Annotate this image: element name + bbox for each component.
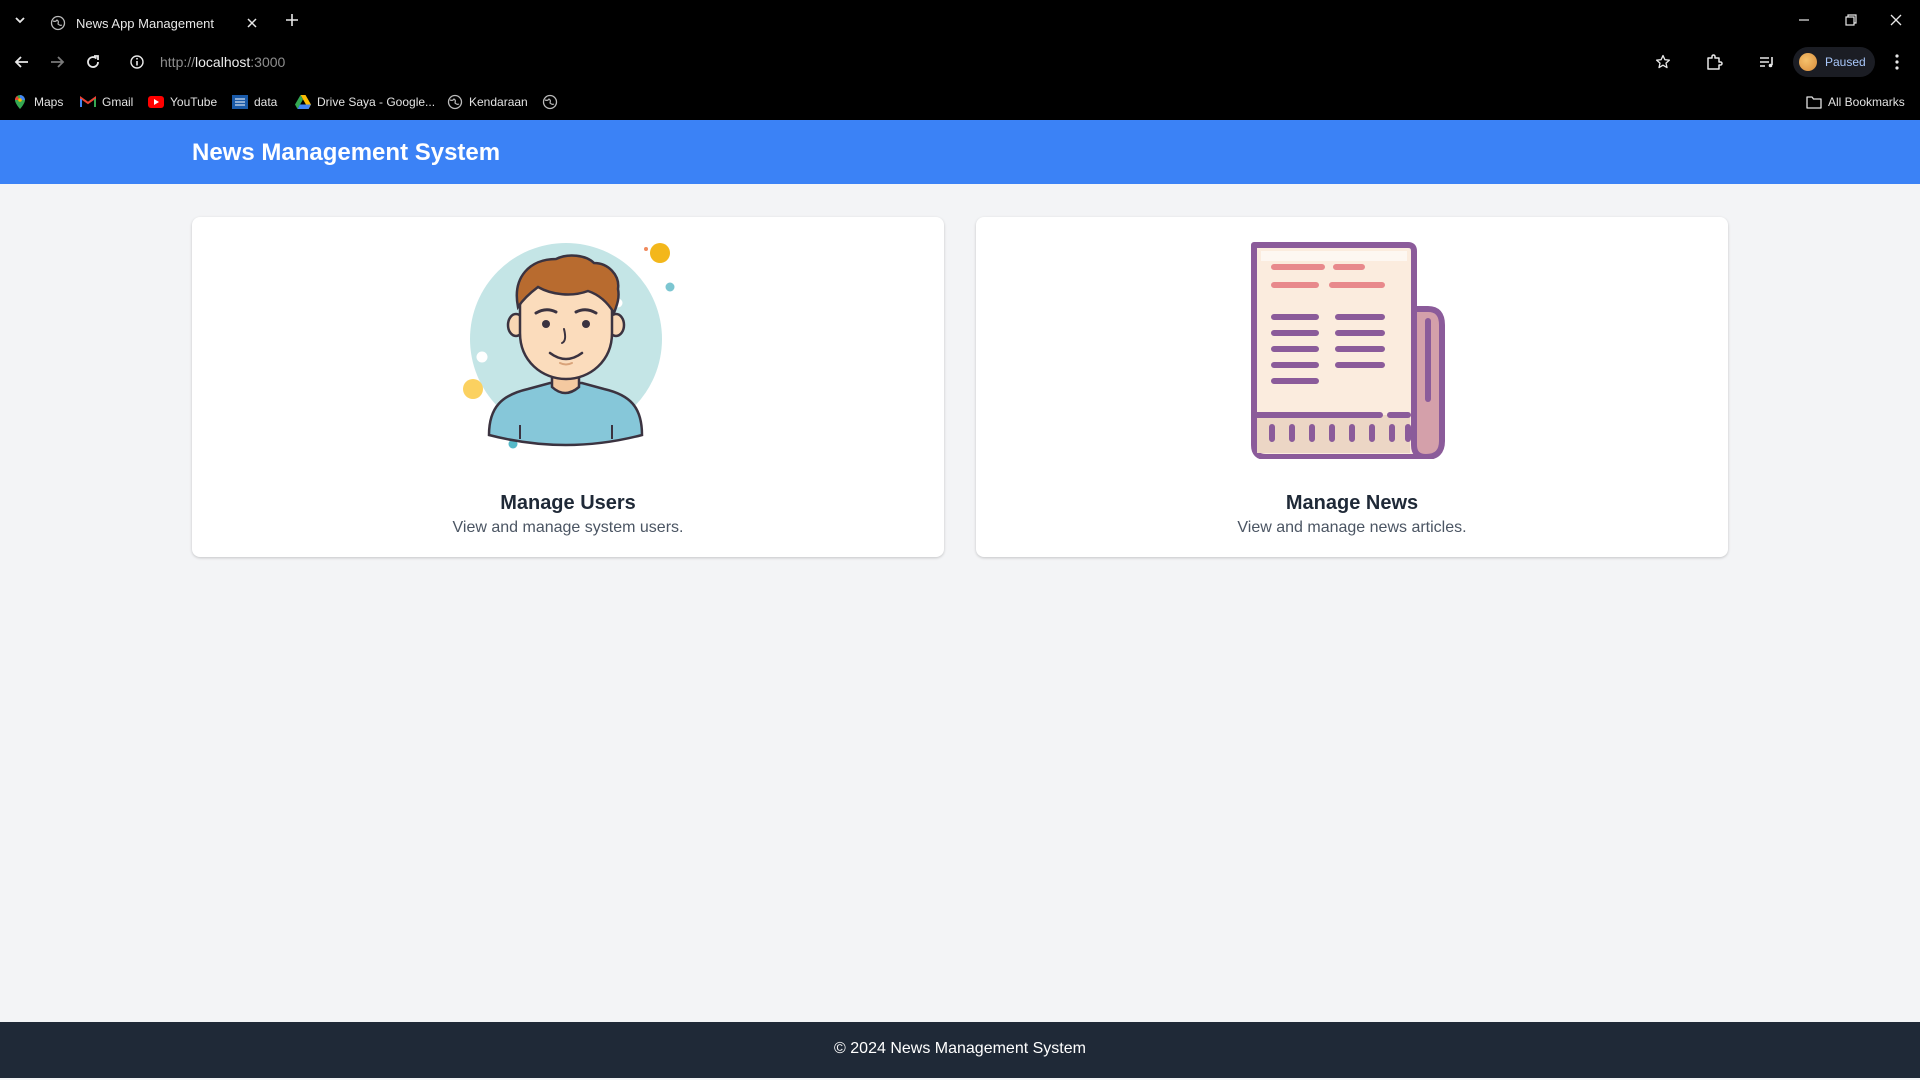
new-tab-plus-icon[interactable]	[282, 10, 302, 30]
forward-arrow-icon[interactable]	[45, 50, 69, 74]
bookmark-maps[interactable]: Maps	[12, 92, 63, 112]
bookmark-youtube[interactable]: YouTube	[148, 92, 217, 112]
address-bar[interactable]: http://localhost:3000	[122, 46, 1622, 78]
app-footer: © 2024 News Management System	[0, 1022, 1920, 1078]
minimize-icon[interactable]	[1792, 8, 1816, 32]
profile-button[interactable]: Paused	[1793, 47, 1875, 77]
restore-icon[interactable]	[1839, 8, 1863, 32]
card-description: View and manage news articles.	[1237, 519, 1467, 536]
all-bookmarks-label: All Bookmarks	[1828, 95, 1905, 109]
card-title: Manage Users	[500, 492, 636, 514]
site-info-icon[interactable]	[122, 54, 152, 70]
url-host: localhost	[195, 54, 251, 70]
youtube-icon	[148, 94, 164, 110]
tab-close-icon[interactable]	[242, 13, 262, 33]
url-text: http://localhost:3000	[160, 54, 285, 70]
tab-search-chevron-icon[interactable]	[8, 8, 32, 32]
tab-title: News App Management	[76, 15, 215, 31]
newspaper-illustration	[1232, 229, 1472, 460]
bookmark-unnamed[interactable]	[542, 92, 564, 112]
back-arrow-icon[interactable]	[10, 50, 34, 74]
google-drive-icon	[295, 94, 311, 110]
globe-icon	[50, 15, 66, 31]
browser-toolbar: http://localhost:3000 Paused	[0, 40, 1920, 84]
bookmark-label: Drive Saya - Google...	[317, 95, 436, 109]
folder-icon	[1806, 94, 1822, 110]
more-menu-icon[interactable]	[1885, 50, 1909, 74]
globe-icon	[447, 94, 463, 110]
bookmark-kendaraan[interactable]: Kendaraan	[447, 92, 528, 112]
app-header: News Management System	[0, 120, 1920, 184]
bookmark-data[interactable]: data	[232, 92, 277, 112]
extensions-puzzle-icon[interactable]	[1702, 50, 1726, 74]
card-title: Manage News	[1285, 492, 1419, 514]
globe-icon	[542, 94, 558, 110]
bookmark-drive[interactable]: Drive Saya - Google...	[295, 92, 435, 112]
bookmark-label: Maps	[34, 95, 64, 109]
active-tab[interactable]: News App Management	[40, 6, 272, 40]
media-queue-icon[interactable]	[1755, 50, 1779, 74]
footer-copyright: © 2024 News Management System	[834, 1040, 1086, 1057]
bookmark-label: data	[254, 95, 278, 109]
bookmarks-bar: Maps Gmail YouTube data Drive Saya - Goo…	[0, 84, 1920, 120]
reload-icon[interactable]	[81, 50, 105, 74]
card-description: View and manage system users.	[452, 519, 684, 536]
manage-news-card[interactable]: Manage News View and manage news article…	[976, 217, 1728, 557]
app-title: News Management System	[192, 139, 501, 166]
bookmark-star-icon[interactable]	[1651, 50, 1675, 74]
ieee-icon	[232, 94, 248, 110]
all-bookmarks-button[interactable]: All Bookmarks	[1806, 92, 1905, 112]
manage-users-card[interactable]: Manage Users View and manage system user…	[192, 217, 944, 557]
bookmark-label: Gmail	[102, 95, 134, 109]
bookmark-label: Kendaraan	[469, 95, 528, 109]
url-port: :3000	[250, 54, 286, 70]
bookmark-gmail[interactable]: Gmail	[80, 92, 133, 112]
bookmark-label: YouTube	[170, 95, 218, 109]
avatar	[1799, 53, 1817, 71]
page-viewport: News Management System Manage Users View…	[0, 120, 1920, 1080]
user-avatar-illustration	[448, 229, 688, 459]
close-window-icon[interactable]	[1884, 8, 1908, 32]
profile-status: Paused	[1825, 55, 1866, 69]
gmail-icon	[80, 94, 96, 110]
maps-pin-icon	[12, 94, 28, 110]
tab-strip: News App Management	[0, 0, 1920, 40]
url-scheme: http://	[160, 54, 196, 70]
